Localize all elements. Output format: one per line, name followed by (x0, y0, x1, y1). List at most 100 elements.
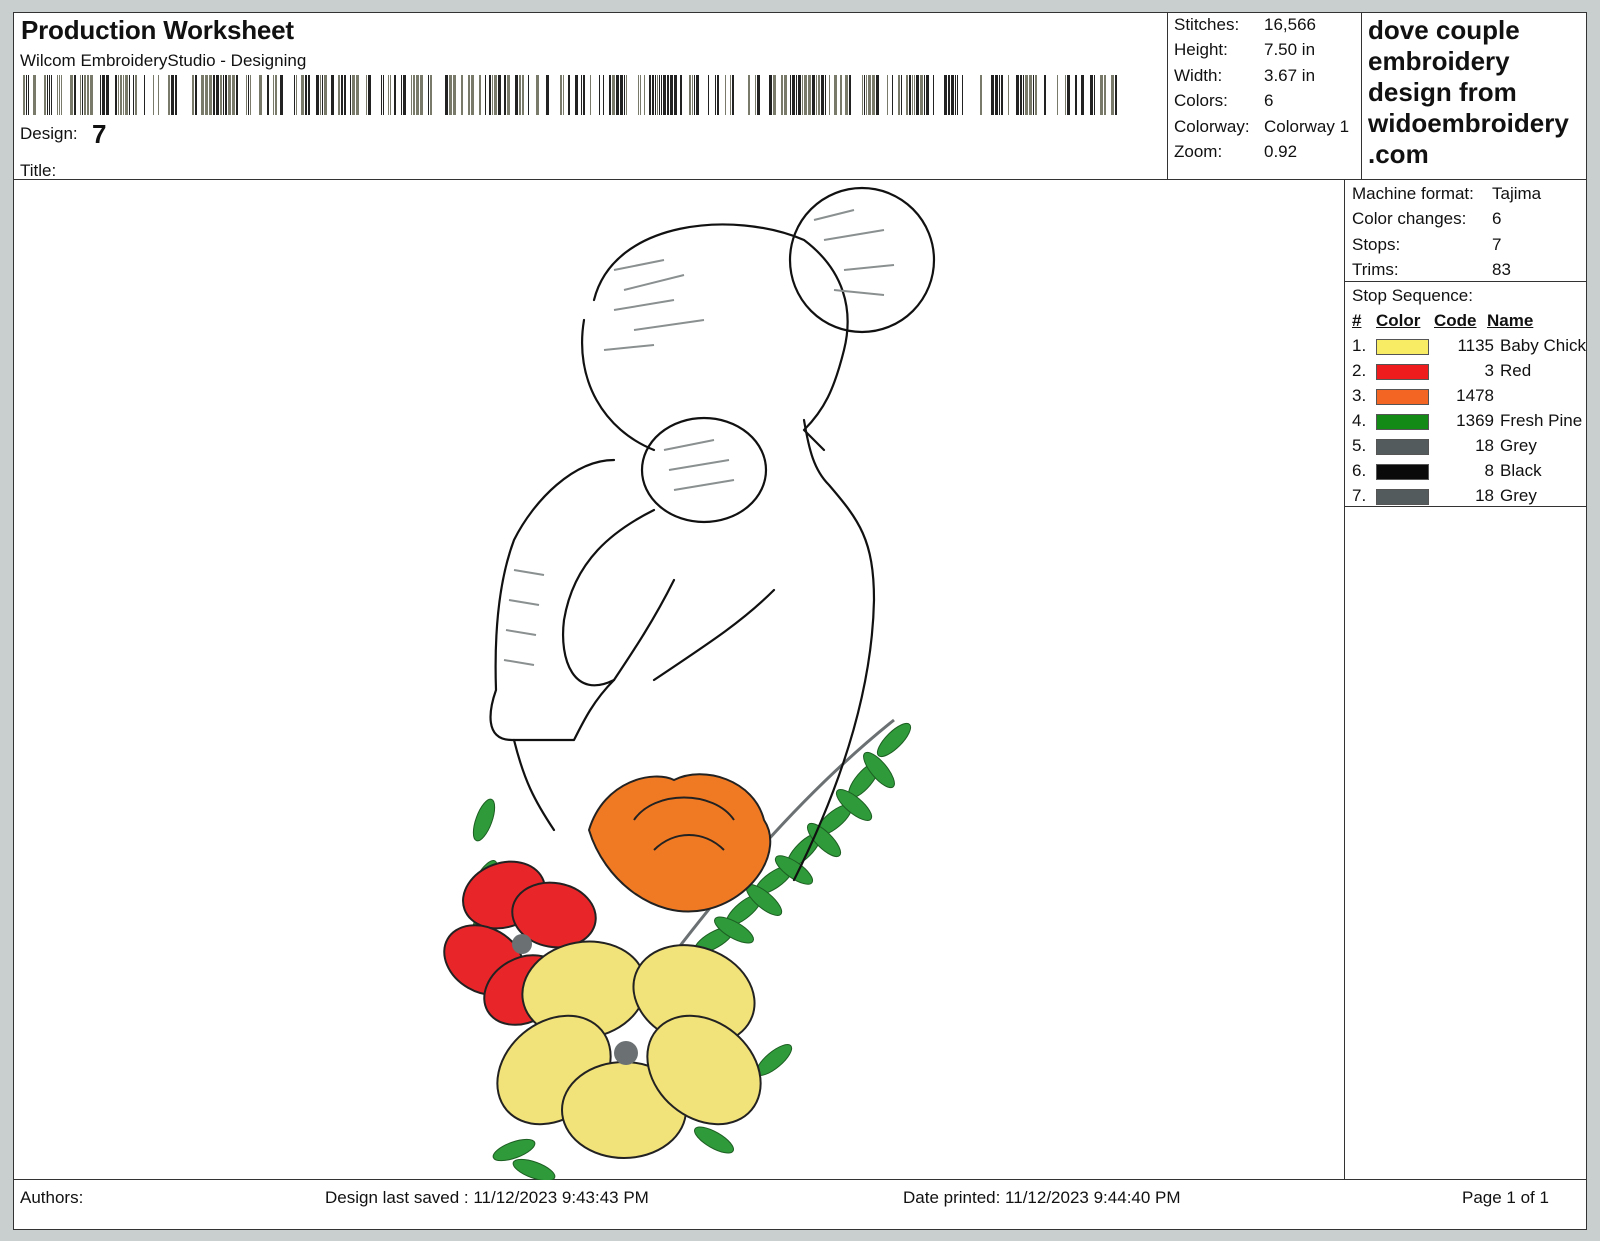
barcode-bar (999, 75, 1000, 115)
barcode-bar (583, 75, 585, 115)
barcode-bar (920, 75, 923, 115)
barcode-bar (413, 75, 415, 115)
color-swatch (1376, 439, 1429, 455)
barcode-bar (201, 75, 204, 115)
barcode-bar (680, 75, 682, 115)
barcode-bar (250, 75, 251, 115)
orange-rose (587, 773, 772, 913)
stop-number: 6. (1352, 461, 1367, 480)
stat-label: Width: (1174, 65, 1223, 85)
barcode-bar (845, 75, 848, 115)
hatch-line (813, 209, 855, 221)
barcode-bar (717, 75, 719, 115)
barcode-bar (388, 75, 389, 115)
stop-row: 6. 8 Black (1352, 461, 1587, 486)
mother-head (592, 223, 849, 452)
barcode-bar (275, 75, 277, 115)
barcode-bar (1044, 75, 1046, 115)
barcode-bar (649, 75, 651, 115)
barcode-bar (912, 75, 913, 115)
barcode-bar (667, 75, 669, 115)
promo-text: dove couple embroidery design from widoe… (1368, 15, 1583, 170)
barcode-bar (948, 75, 950, 115)
machine-label: Stops: (1352, 234, 1401, 254)
thread-code: 18 (1475, 436, 1494, 455)
barcode-bar (661, 75, 662, 115)
hair-hatching (503, 209, 895, 666)
machine-value: 7 (1492, 234, 1502, 254)
barcode-bar (129, 75, 130, 115)
barcode-bar (47, 75, 48, 115)
barcode-bar (26, 75, 27, 115)
barcode-bar (674, 75, 677, 115)
barcode-bar (331, 75, 334, 115)
barcode-bar (220, 75, 222, 115)
color-swatch (1376, 414, 1429, 430)
barcode-bar (536, 75, 539, 115)
hatch-line (623, 274, 685, 291)
barcode (23, 75, 1117, 115)
barcode-bar (657, 75, 658, 115)
stat-label: Height: (1174, 40, 1228, 60)
yellow-flower-center (614, 1041, 638, 1065)
barcode-bar (755, 75, 756, 115)
stop-number: 5. (1352, 436, 1367, 455)
thread-code: 1135 (1457, 336, 1494, 355)
barcode-bar (57, 75, 58, 115)
barcode-bar (87, 75, 89, 115)
stop-row: 3. 1478 (1352, 386, 1587, 411)
barcode-bar (489, 75, 491, 115)
thread-name: Black (1500, 461, 1542, 480)
baby-head (640, 416, 768, 524)
leaf (694, 1126, 734, 1154)
stop-row: 7. 18 Grey (1352, 486, 1587, 511)
hatch-line (673, 479, 735, 491)
barcode-bar (248, 75, 249, 115)
header-divider-2 (1361, 13, 1362, 179)
barcode-bar (507, 75, 510, 115)
leaf (512, 1158, 556, 1180)
barcode-bar (626, 75, 627, 115)
barcode-bar (732, 75, 734, 115)
barcode-bar (652, 75, 654, 115)
barcode-bar (689, 75, 691, 115)
stop-row: 4. 1369 Fresh Pine (1352, 411, 1587, 436)
barcode-bar (471, 75, 474, 115)
barcode-bar (694, 75, 695, 115)
barcode-bar (840, 75, 842, 115)
stat-label: Stitches: (1174, 15, 1240, 34)
barcode-bar (430, 75, 432, 115)
barcode-bar (294, 75, 295, 115)
barcode-bar (228, 75, 231, 115)
hatch-line (603, 344, 655, 351)
machine-label: Color changes: (1352, 209, 1467, 229)
col-name: Name (1487, 311, 1534, 330)
barcode-bar (44, 75, 46, 115)
barcode-bar (115, 75, 117, 115)
barcode-bar (962, 75, 963, 115)
barcode-bar (100, 75, 101, 115)
hatch-line (843, 264, 895, 271)
barcode-bar (232, 75, 235, 115)
barcode-bar (479, 75, 481, 115)
barcode-bar (575, 75, 578, 115)
barcode-bar (498, 75, 501, 115)
thread-name: Fresh Pine (1500, 411, 1583, 430)
barcode-bar (308, 75, 310, 115)
stat-value: 0.92 (1264, 141, 1298, 161)
color-swatch (1376, 389, 1429, 405)
machine-value: 6 (1492, 209, 1502, 229)
stat-value: Colorway 1 (1264, 116, 1350, 136)
barcode-bar (420, 75, 423, 115)
barcode-bar (125, 75, 128, 115)
barcode-bar (692, 75, 693, 115)
stat-value: 3.67 in (1264, 65, 1316, 85)
barcode-bar (1029, 75, 1032, 115)
stop-row: 1. 1135 Baby Chick (1352, 336, 1587, 361)
stat-value: 7.50 in (1264, 40, 1316, 60)
barcode-bar (28, 75, 29, 115)
barcode-bar (872, 75, 875, 115)
barcode-bar (1016, 75, 1019, 115)
barcode-bar (834, 75, 837, 115)
barcode-bar (158, 75, 159, 115)
